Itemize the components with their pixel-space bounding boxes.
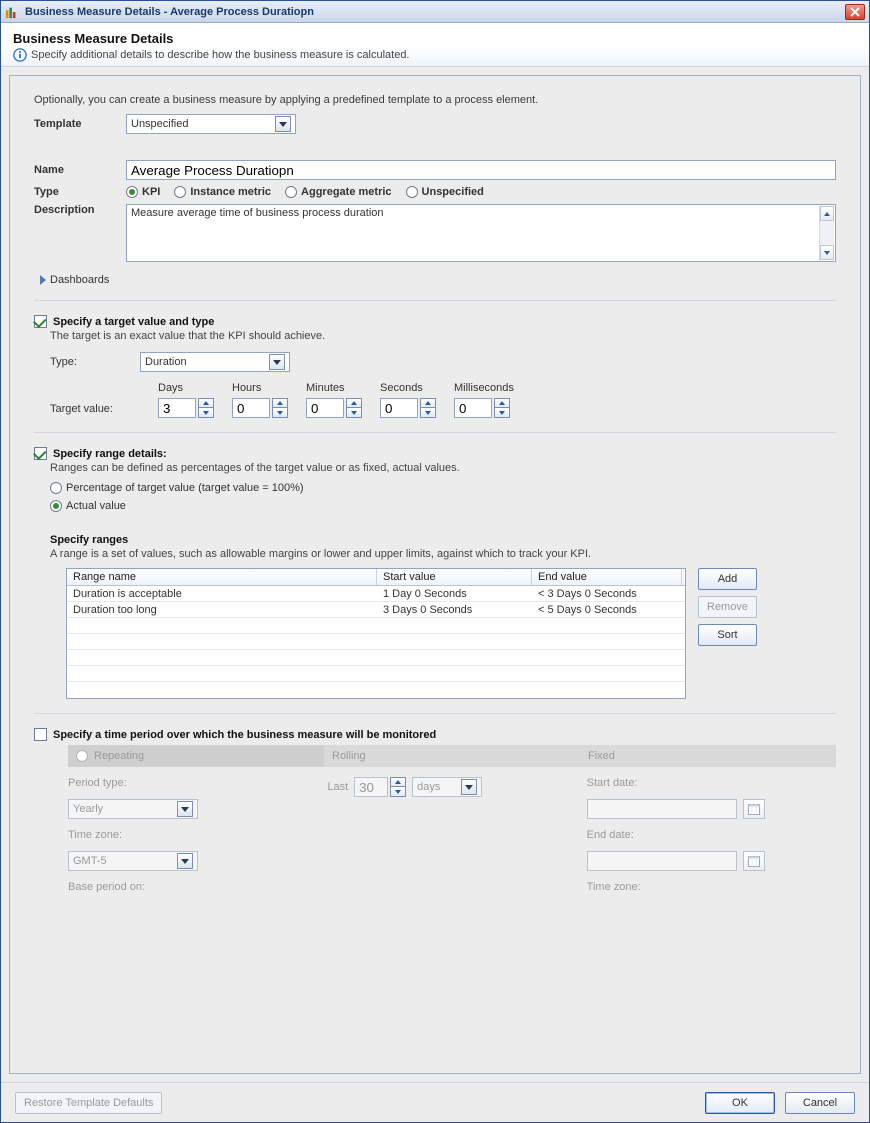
cancel-button[interactable]: Cancel bbox=[785, 1092, 855, 1114]
intro-text: Optionally, you can create a business me… bbox=[34, 94, 836, 106]
col-start-value[interactable]: Start value bbox=[377, 569, 532, 585]
target-hint: The target is an exact value that the KP… bbox=[50, 330, 836, 342]
range-radio-actual[interactable]: Actual value bbox=[50, 500, 836, 512]
rolling-last-label: Last bbox=[327, 781, 348, 793]
minutes-label: Minutes bbox=[306, 382, 362, 394]
ms-stepper[interactable] bbox=[454, 398, 514, 418]
name-label: Name bbox=[34, 164, 126, 176]
target-value-label: Target value: bbox=[50, 403, 140, 418]
description-field[interactable]: Measure average time of business process… bbox=[126, 204, 836, 262]
table-row[interactable]: Duration is acceptable 1 Day 0 Seconds <… bbox=[67, 586, 685, 602]
start-date-label: Start date: bbox=[587, 777, 836, 789]
add-button[interactable]: Add bbox=[698, 568, 757, 590]
days-label: Days bbox=[158, 382, 214, 394]
type-radio-kpi[interactable]: KPI bbox=[126, 186, 160, 198]
dialog-window: Business Measure Details - Average Proce… bbox=[0, 0, 870, 1123]
calendar-icon bbox=[743, 799, 765, 819]
period-title: Specify a time period over which the bus… bbox=[53, 729, 436, 741]
target-checkbox[interactable] bbox=[34, 315, 47, 328]
period-tabbar: Repeating Rolling Fixed bbox=[68, 745, 836, 767]
ok-button[interactable]: OK bbox=[705, 1092, 775, 1114]
info-icon bbox=[13, 48, 27, 62]
specify-ranges-title: Specify ranges bbox=[50, 534, 836, 546]
ms-label: Milliseconds bbox=[454, 382, 514, 394]
chevron-down-icon bbox=[269, 354, 285, 370]
sort-button[interactable]: Sort bbox=[698, 624, 757, 646]
page-title: Business Measure Details bbox=[13, 31, 857, 46]
type-radio-instance[interactable]: Instance metric bbox=[174, 186, 271, 198]
rolling-unit-select: days bbox=[412, 777, 482, 797]
timezone-select: GMT-5 bbox=[68, 851, 198, 871]
chevron-down-icon bbox=[461, 779, 477, 795]
period-checkbox[interactable] bbox=[34, 728, 47, 741]
specify-ranges-hint: A range is a set of values, such as allo… bbox=[50, 548, 836, 560]
tab-fixed: Fixed bbox=[580, 745, 836, 767]
target-type-label: Type: bbox=[50, 356, 140, 368]
range-hint: Ranges can be defined as percentages of … bbox=[50, 462, 836, 474]
content-scroll[interactable]: Optionally, you can create a business me… bbox=[9, 75, 861, 1074]
type-label: Type bbox=[34, 186, 126, 198]
title-bar[interactable]: Business Measure Details - Average Proce… bbox=[1, 1, 869, 23]
end-date-field bbox=[587, 851, 737, 871]
col-end-value[interactable]: End value bbox=[532, 569, 682, 585]
start-date-field bbox=[587, 799, 737, 819]
type-radio-aggregate[interactable]: Aggregate metric bbox=[285, 186, 391, 198]
range-checkbox[interactable] bbox=[34, 447, 47, 460]
target-type-select[interactable]: Duration bbox=[140, 352, 290, 372]
description-label: Description bbox=[34, 204, 126, 216]
chevron-down-icon bbox=[275, 116, 291, 132]
seconds-stepper[interactable] bbox=[380, 398, 436, 418]
minutes-stepper[interactable] bbox=[306, 398, 362, 418]
tab-repeating: Repeating bbox=[68, 745, 324, 767]
period-type-label: Period type: bbox=[68, 777, 317, 789]
template-value: Unspecified bbox=[131, 118, 188, 130]
template-label: Template bbox=[34, 118, 126, 130]
calendar-icon bbox=[743, 851, 765, 871]
triangle-right-icon bbox=[40, 275, 46, 285]
name-field[interactable] bbox=[126, 160, 836, 180]
remove-button: Remove bbox=[698, 596, 757, 618]
textarea-scrollbar[interactable] bbox=[819, 206, 834, 260]
chevron-down-icon bbox=[177, 801, 193, 817]
fixed-timezone-label: Time zone: bbox=[587, 881, 836, 893]
tab-rolling: Rolling bbox=[324, 745, 580, 767]
ranges-table[interactable]: Range name Start value End value Duratio… bbox=[66, 568, 686, 699]
hours-label: Hours bbox=[232, 382, 288, 394]
app-icon bbox=[5, 5, 19, 19]
hours-stepper[interactable] bbox=[232, 398, 288, 418]
target-title: Specify a target value and type bbox=[53, 316, 214, 328]
type-radio-unspecified[interactable]: Unspecified bbox=[406, 186, 484, 198]
chevron-down-icon bbox=[177, 853, 193, 869]
close-button[interactable] bbox=[845, 4, 865, 20]
rolling-qty-stepper bbox=[354, 777, 406, 797]
table-row[interactable]: Duration too long 3 Days 0 Seconds < 5 D… bbox=[67, 602, 685, 618]
restore-defaults-button: Restore Template Defaults bbox=[15, 1092, 162, 1114]
range-title: Specify range details: bbox=[53, 448, 167, 460]
base-period-label: Base period on: bbox=[68, 881, 317, 893]
seconds-label: Seconds bbox=[380, 382, 436, 394]
dashboards-disclosure[interactable]: Dashboards bbox=[40, 274, 836, 286]
template-select[interactable]: Unspecified bbox=[126, 114, 296, 134]
dialog-footer: Restore Template Defaults OK Cancel bbox=[1, 1082, 869, 1122]
end-date-label: End date: bbox=[587, 829, 836, 841]
col-range-name[interactable]: Range name bbox=[67, 569, 377, 585]
dialog-header: Business Measure Details Specify additio… bbox=[1, 23, 869, 67]
page-subtitle: Specify additional details to describe h… bbox=[31, 49, 410, 61]
period-type-select: Yearly bbox=[68, 799, 198, 819]
range-radio-percentage[interactable]: Percentage of target value (target value… bbox=[50, 482, 836, 494]
window-title: Business Measure Details - Average Proce… bbox=[25, 6, 314, 18]
timezone-label: Time zone: bbox=[68, 829, 317, 841]
days-stepper[interactable] bbox=[158, 398, 214, 418]
